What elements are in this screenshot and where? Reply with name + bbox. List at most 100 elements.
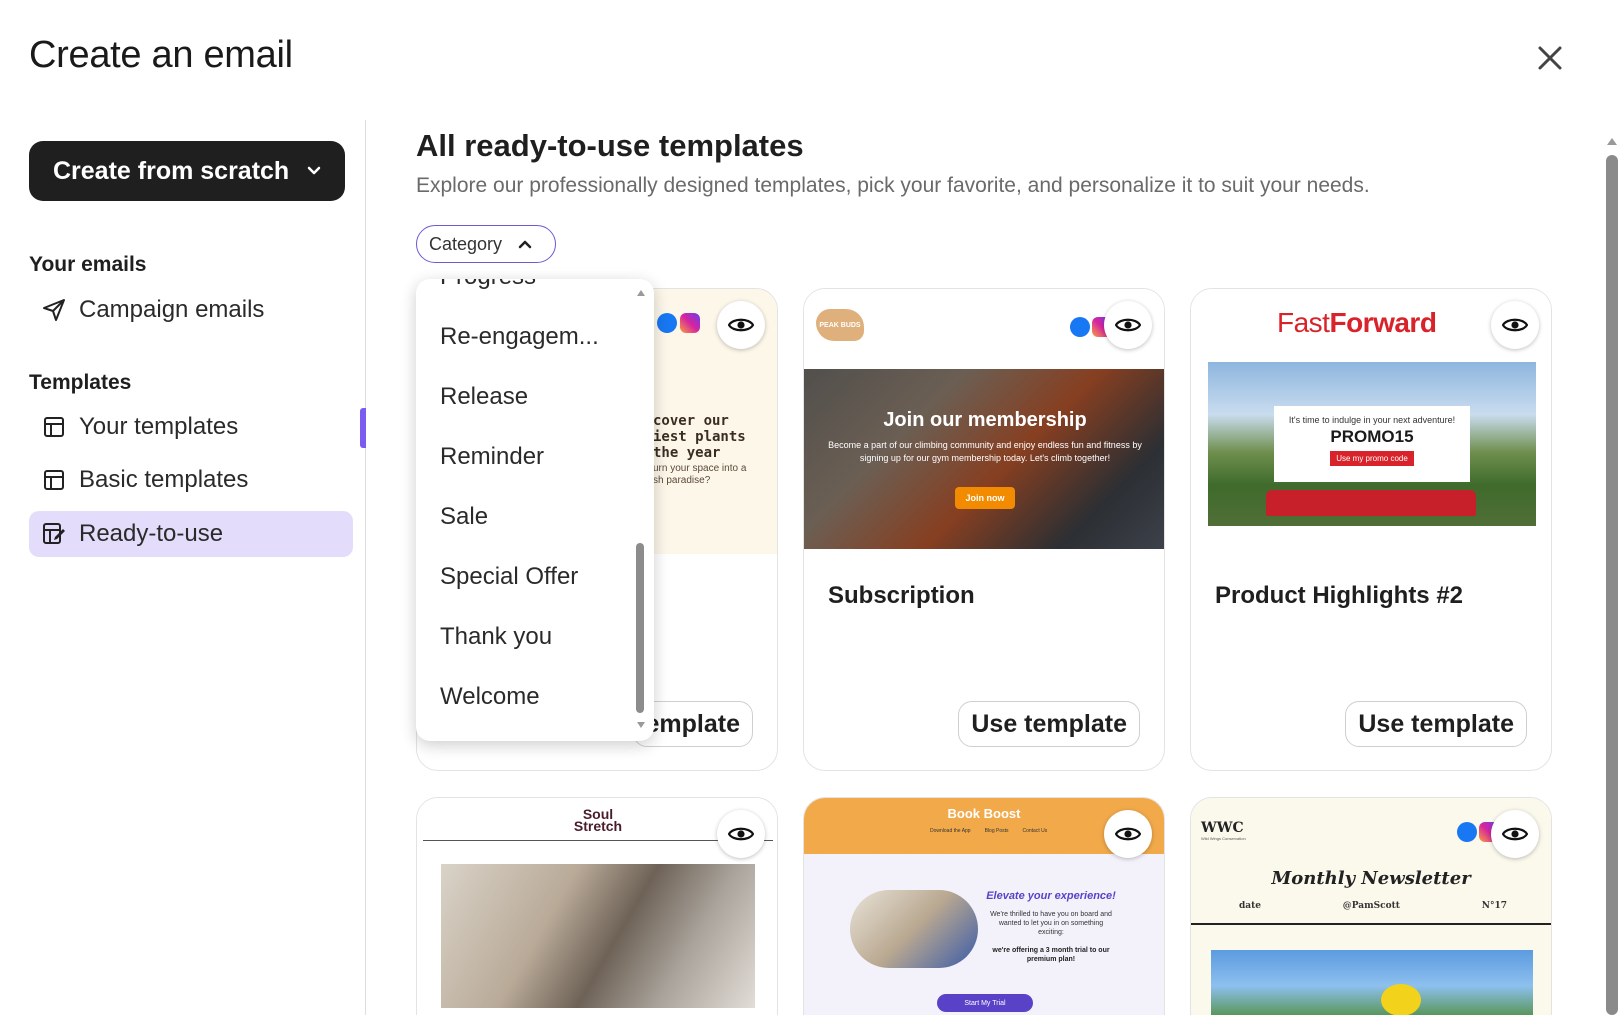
- eye-icon: [1115, 827, 1141, 841]
- brand-logo-part: Fast: [1277, 307, 1330, 338]
- chevron-down-icon: [305, 162, 323, 180]
- templates-heading: Templates: [29, 371, 132, 394]
- your-emails-heading: Your emails: [29, 253, 147, 276]
- ready-template-icon: [41, 521, 67, 547]
- promo-code: PROMO15: [1330, 427, 1414, 446]
- hero-cta: Start My Trial: [937, 994, 1033, 1012]
- sidebar-item-your-templates[interactable]: Your templates: [29, 404, 353, 450]
- dropdown-item-sale[interactable]: Sale: [440, 503, 488, 531]
- thumb-text: sh paradise?: [653, 475, 711, 486]
- template-card[interactable]: Book Boost Download the App Blog Posts C…: [803, 797, 1165, 1015]
- template-name: Subscription: [828, 582, 975, 609]
- preview-button[interactable]: [717, 301, 765, 349]
- hero-cta: Join now: [955, 487, 1015, 509]
- chevron-up-icon: [516, 235, 534, 253]
- hero-offer: we're offering a 3 month trial to our pr…: [992, 947, 1110, 963]
- section-subtitle: Explore our professionally designed temp…: [416, 174, 1370, 197]
- sidebar-item-basic-templates[interactable]: Basic templates: [29, 457, 353, 503]
- category-filter-button[interactable]: Category: [416, 225, 556, 263]
- newsletter-meta: date: [1239, 901, 1262, 911]
- dropdown-item-welcome[interactable]: Welcome: [440, 683, 540, 711]
- newsletter-meta: N°17: [1481, 901, 1507, 911]
- dropdown-item-release[interactable]: Release: [440, 383, 528, 411]
- template-card[interactable]: WWC Wild Wings Conservation Monthly News…: [1190, 797, 1552, 1015]
- brand-logo: WWC: [1201, 820, 1244, 836]
- sidebar-item-campaign-emails[interactable]: Campaign emails: [29, 287, 353, 333]
- eye-icon: [728, 318, 754, 332]
- preview-button[interactable]: [717, 810, 765, 858]
- template-icon: [41, 467, 67, 493]
- close-icon: [1538, 46, 1562, 70]
- facebook-icon: [1457, 822, 1477, 842]
- hero-image: [850, 890, 978, 968]
- dropdown-item-re-engagement[interactable]: Re-engagem...: [440, 323, 599, 351]
- nav-link: Contact Us: [1022, 828, 1048, 834]
- sidebar-item-label: Your templates: [79, 413, 239, 440]
- dropdown-item-thank-you[interactable]: Thank you: [440, 623, 552, 651]
- hero-body: Become a part of our climbing community …: [828, 440, 1142, 463]
- template-name: Product Highlights #2: [1215, 582, 1464, 609]
- preview-button[interactable]: [1491, 810, 1539, 858]
- train-image: [1266, 490, 1476, 516]
- page-title: Create an email: [29, 34, 293, 76]
- create-from-scratch-label: Create from scratch: [53, 156, 290, 185]
- template-card[interactable]: FastForward It's time to indulge in your…: [1190, 288, 1552, 771]
- newsletter-title: Monthly Newsletter: [1271, 868, 1471, 889]
- eye-icon: [1115, 318, 1141, 332]
- scroll-down-arrow-icon: [637, 722, 645, 728]
- newsletter-meta: @PamScott: [1342, 901, 1400, 911]
- sidebar: Create from scratch Your emails Campaign…: [0, 120, 366, 1015]
- template-card[interactable]: PEAK BUDS Join our membership Become a p…: [803, 288, 1165, 771]
- use-template-button[interactable]: Use template: [1345, 701, 1527, 747]
- page-scrollbar-thumb[interactable]: [1606, 155, 1618, 1015]
- category-dropdown[interactable]: Progress Re-engagem... Release Reminder …: [416, 279, 654, 741]
- hero-body: We're thrilled to have you on board and …: [990, 911, 1112, 936]
- hero-image: It's time to indulge in your next advent…: [1208, 362, 1536, 526]
- hero-headline: Join our membership: [883, 409, 1087, 431]
- eye-icon: [1502, 318, 1528, 332]
- scroll-up-arrow-icon: [637, 290, 645, 296]
- brand-logo-part: Forward: [1329, 307, 1437, 338]
- facebook-icon: [657, 313, 677, 333]
- instagram-icon: [680, 313, 700, 333]
- nav-link: Blog Posts: [984, 828, 1009, 834]
- thumb-text: the year: [653, 445, 721, 461]
- thumb-text: cover our: [653, 413, 729, 429]
- promo-line: It's time to indulge in your next advent…: [1288, 415, 1456, 425]
- preview-button[interactable]: [1104, 810, 1152, 858]
- thumb-text: iest plants: [653, 429, 746, 445]
- sidebar-item-label: Ready-to-use: [79, 520, 224, 547]
- dropdown-scrollbar-thumb[interactable]: [636, 543, 644, 713]
- dropdown-item-reminder[interactable]: Reminder: [440, 443, 544, 471]
- hero-image: [441, 864, 755, 1008]
- hero-image: [1211, 950, 1533, 1015]
- bird-image: [1381, 984, 1421, 1015]
- active-indicator: [360, 408, 366, 448]
- category-label: Category: [429, 233, 503, 254]
- brand-logo: Soul Stretch: [573, 806, 623, 834]
- close-button[interactable]: [1530, 38, 1570, 78]
- preview-button[interactable]: [1491, 301, 1539, 349]
- sidebar-item-label: Campaign emails: [79, 296, 265, 323]
- dropdown-item-progress[interactable]: Progress: [440, 279, 536, 291]
- send-icon: [41, 297, 67, 323]
- sidebar-item-label: Basic templates: [79, 466, 249, 493]
- eye-icon: [728, 827, 754, 841]
- page-scroll-up-arrow-icon[interactable]: [1606, 136, 1618, 146]
- use-template-button[interactable]: Use template: [958, 701, 1140, 747]
- section-title: All ready-to-use templates: [416, 128, 804, 163]
- dropdown-item-special-offer[interactable]: Special Offer: [440, 563, 578, 591]
- thumb-text: urn your space into a: [653, 463, 747, 474]
- promo-cta: Use my promo code: [1330, 451, 1414, 466]
- facebook-icon: [1070, 317, 1090, 337]
- nav-link: Download the App: [930, 828, 971, 834]
- hero-headline: Elevate your experience!: [986, 890, 1116, 902]
- hero-image: Join our membership Become a part of our…: [804, 369, 1164, 549]
- brand-logo: PEAK BUDS: [816, 309, 864, 341]
- brand-tagline: Wild Wings Conservation: [1201, 836, 1246, 841]
- eye-icon: [1502, 827, 1528, 841]
- create-from-scratch-button[interactable]: Create from scratch: [29, 141, 345, 201]
- preview-button[interactable]: [1104, 301, 1152, 349]
- sidebar-item-ready-to-use[interactable]: Ready-to-use: [29, 511, 353, 557]
- template-card[interactable]: Soul Stretch: [416, 797, 778, 1015]
